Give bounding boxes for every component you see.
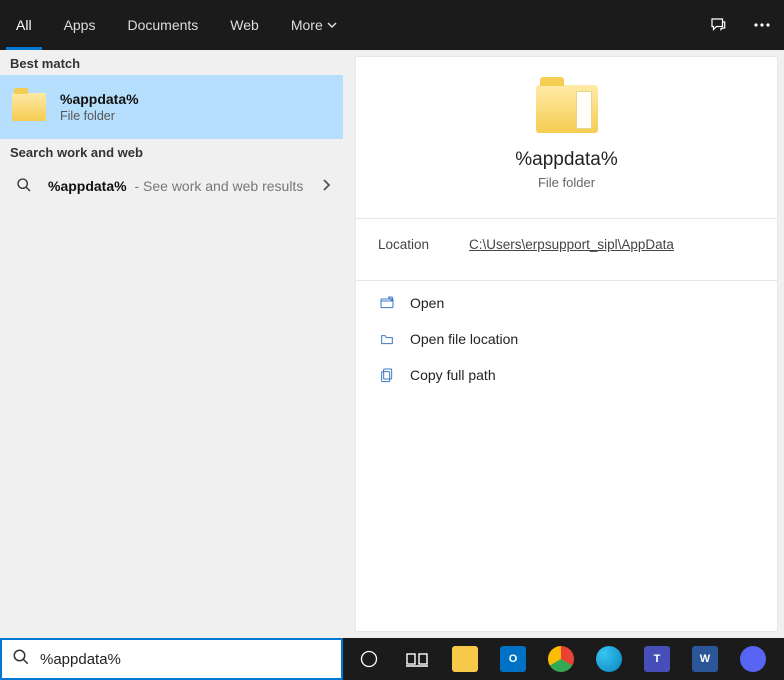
open-icon — [378, 295, 396, 311]
taskbar-app-teams[interactable]: T — [639, 642, 675, 676]
copy-icon — [378, 367, 396, 383]
search-bar[interactable] — [0, 638, 343, 680]
more-options-icon[interactable] — [740, 0, 784, 50]
search-web-row[interactable]: %appdata% - See work and web results — [0, 164, 343, 210]
best-match-result[interactable]: %appdata% File folder — [0, 75, 343, 139]
taskbar-app-outlook[interactable]: O — [495, 642, 531, 676]
open-location-icon — [378, 331, 396, 347]
tab-all[interactable]: All — [0, 0, 48, 50]
detail-title: %appdata% — [515, 149, 617, 171]
tab-more[interactable]: More — [275, 0, 353, 50]
best-match-header: Best match — [0, 50, 343, 75]
detail-panel: %appdata% File folder Location C:\Users\… — [355, 56, 778, 632]
tab-web[interactable]: Web — [214, 0, 275, 50]
taskbar-app-edge[interactable] — [591, 642, 627, 676]
cortana-button[interactable] — [351, 642, 387, 676]
detail-subtitle: File folder — [538, 175, 595, 190]
task-view-button[interactable] — [399, 642, 435, 676]
taskbar-app-file-explorer[interactable] — [447, 642, 483, 676]
taskbar-app-discord[interactable] — [735, 642, 771, 676]
taskbar-app-word[interactable]: W — [687, 642, 723, 676]
search-icon — [16, 177, 32, 198]
chevron-down-icon — [327, 17, 337, 33]
search-icon — [12, 648, 30, 671]
location-row: Location C:\Users\erpsupport_sipl\AppDat… — [356, 219, 777, 270]
result-subtitle: File folder — [60, 109, 139, 123]
taskbar-app-chrome[interactable] — [543, 642, 579, 676]
tab-documents[interactable]: Documents — [111, 0, 214, 50]
feedback-icon[interactable] — [696, 0, 740, 50]
action-open-location[interactable]: Open file location — [366, 321, 767, 357]
action-open[interactable]: Open — [366, 285, 767, 321]
search-filter-tabs: All Apps Documents Web More — [0, 0, 784, 50]
chevron-right-icon — [321, 178, 331, 197]
folder-icon — [536, 85, 598, 133]
folder-icon — [12, 93, 46, 121]
web-query-hint: - See work and web results — [131, 178, 304, 194]
search-input[interactable] — [40, 651, 331, 668]
location-link[interactable]: C:\Users\erpsupport_sipl\AppData — [469, 237, 674, 252]
search-web-header: Search work and web — [0, 139, 343, 164]
results-column: Best match %appdata% File folder Search … — [0, 50, 343, 638]
web-query-text: %appdata% — [48, 178, 127, 194]
taskbar: O T W — [343, 638, 784, 680]
location-label: Location — [378, 237, 429, 252]
tab-apps[interactable]: Apps — [48, 0, 112, 50]
action-copy-path[interactable]: Copy full path — [366, 357, 767, 393]
result-title: %appdata% — [60, 91, 139, 107]
